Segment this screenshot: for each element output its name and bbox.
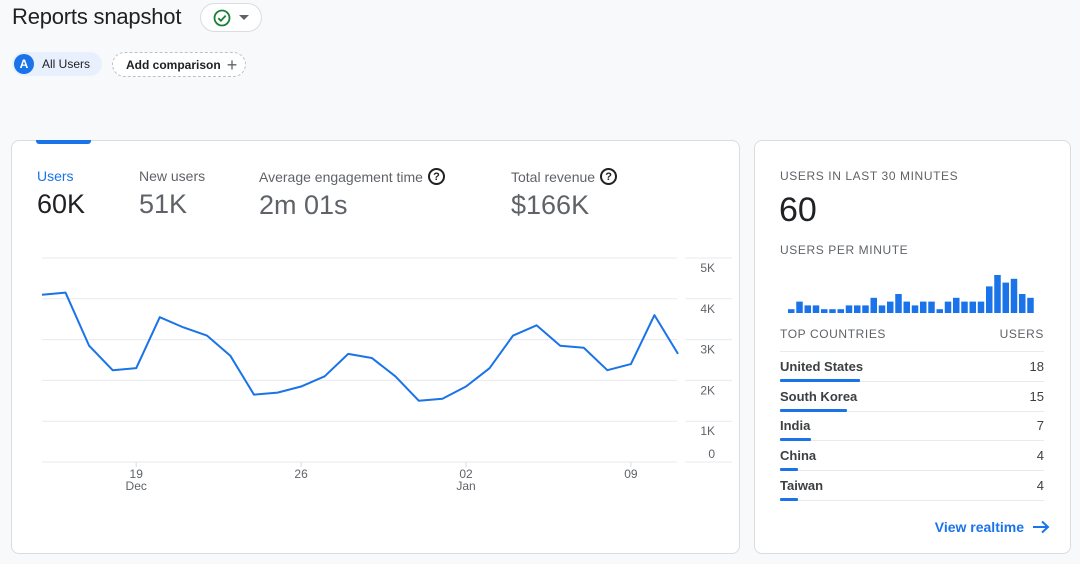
users-series-line [41, 291, 679, 402]
minute-bar[interactable] [953, 297, 960, 313]
y-tick-label: 0 [708, 447, 715, 461]
table-row[interactable]: South Korea 15 [780, 382, 1044, 412]
minute-bar[interactable] [994, 275, 1001, 313]
minute-bar[interactable] [1010, 278, 1018, 313]
add-comparison-label: Add comparison [126, 57, 221, 72]
top-countries-table: TOP COUNTRIES USERS United States 18 South… [780, 327, 1044, 501]
segment-label: All Users [42, 57, 91, 71]
country-name: China [780, 448, 817, 464]
page-title: Reports snapshot [12, 4, 182, 29]
caret-down-icon [239, 15, 249, 20]
x-tick-label: 26 [294, 467, 308, 481]
minute-bar[interactable] [903, 301, 911, 313]
country-name: Taiwan [780, 478, 824, 494]
table-row[interactable]: Taiwan 4 [780, 471, 1044, 501]
y-tick-label: 1K [700, 424, 715, 438]
add-comparison-button[interactable]: Add comparison + [112, 52, 247, 77]
country-share-bar [780, 497, 798, 501]
country-users: 7 [1036, 418, 1044, 434]
realtime-card: USERS IN LAST 30 MINUTES 60 USERS PER MI… [754, 140, 1071, 554]
minute-bar[interactable] [870, 297, 878, 313]
minute-bar[interactable] [812, 305, 820, 313]
y-tick-label: 3K [700, 343, 715, 357]
minute-bar[interactable] [1002, 282, 1010, 313]
minute-bar[interactable] [1019, 294, 1026, 313]
minute-bar[interactable] [911, 305, 919, 313]
segment-avatar: A [14, 54, 34, 74]
plus-icon: + [226, 54, 238, 75]
y-tick-label: 2K [700, 383, 715, 397]
minute-bar[interactable] [969, 301, 977, 313]
country-users: 4 [1036, 448, 1044, 464]
arrow-right-icon [1033, 520, 1050, 534]
minute-bar[interactable] [829, 309, 836, 313]
x-tick-month-label: Dec [126, 479, 147, 493]
check-circle-icon [213, 9, 231, 26]
data-quality-status-button[interactable] [200, 3, 262, 32]
minute-bar[interactable] [788, 309, 795, 313]
table-header: TOP COUNTRIES USERS [780, 327, 1044, 352]
table-row[interactable]: United States 18 [780, 352, 1044, 382]
y-tick-label: 5K [700, 261, 715, 275]
minute-bar[interactable] [887, 301, 894, 313]
minute-bar[interactable] [961, 301, 968, 313]
country-users: 18 [1029, 358, 1044, 374]
table-row[interactable]: China 4 [780, 441, 1044, 472]
minute-bar[interactable] [936, 309, 944, 313]
x-tick-label: 09 [624, 467, 638, 481]
minute-bar[interactable] [895, 294, 902, 313]
country-name: India [780, 418, 811, 434]
view-realtime-label: View realtime [934, 519, 1024, 535]
minute-bar[interactable] [804, 305, 812, 313]
segment-chip-all-users[interactable]: A All Users [12, 52, 103, 76]
minute-bar[interactable] [928, 301, 935, 313]
col-header-users: USERS [999, 327, 1044, 341]
table-row[interactable]: India 7 [780, 412, 1044, 442]
country-name: South Korea [780, 388, 858, 404]
country-users: 4 [1036, 478, 1044, 494]
users-per-minute-chart [788, 275, 1034, 313]
view-realtime-link[interactable]: View realtime [935, 519, 1050, 535]
minute-bar[interactable] [944, 301, 952, 313]
y-tick-label: 4K [700, 302, 715, 316]
overview-card: Users 60K New users 51K Average engageme… [11, 140, 740, 554]
minute-bar[interactable] [878, 305, 886, 313]
minute-bar[interactable] [862, 305, 869, 313]
minute-bar[interactable] [977, 301, 985, 313]
country-name: United States [780, 358, 864, 374]
minute-bar[interactable] [821, 309, 828, 313]
x-tick-month-label: Jan [456, 479, 475, 493]
country-users: 15 [1029, 388, 1044, 404]
minute-bar[interactable] [854, 305, 861, 313]
col-header-country: TOP COUNTRIES [780, 327, 887, 341]
users-line-chart: 01K2K3K4K5K19Dec26 02Jan09 [41, 257, 732, 493]
minute-bar[interactable] [1027, 297, 1034, 313]
minute-bar[interactable] [796, 301, 803, 313]
minute-bar[interactable] [837, 309, 845, 313]
minute-bar[interactable] [920, 301, 927, 313]
minute-bar[interactable] [845, 305, 853, 313]
minute-bar[interactable] [986, 286, 993, 313]
